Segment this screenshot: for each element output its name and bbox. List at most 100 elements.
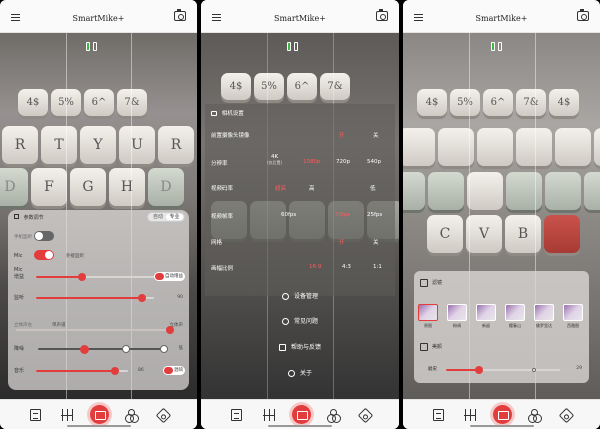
smooth-value: 29 [576, 366, 582, 371]
filter-name: 新留 [482, 323, 490, 328]
record-icon[interactable] [493, 405, 512, 424]
camera-switch-icon[interactable] [376, 9, 388, 21]
menu-label: 常见问题 [293, 318, 318, 325]
smooth-slider[interactable] [446, 366, 560, 374]
top-bar: SmartMike+ [201, 0, 399, 33]
key: 7& [516, 89, 546, 116]
slider-knob[interactable] [138, 294, 146, 302]
mode-switch[interactable]: 自动 专业 [147, 212, 185, 222]
option-4k[interactable]: 4K (仅后置) [267, 154, 282, 166]
mic-gain-slider[interactable] [36, 273, 160, 281]
menu-device-management[interactable]: 设备管理 [201, 291, 399, 300]
audio-control-panel: 参数调节 自动 专业 手机监听 Mic 外接监听 Mic 增益 自动增益 监听 [8, 210, 189, 390]
mic-toggle[interactable] [34, 250, 54, 260]
filter-thumb-spring[interactable] [505, 304, 525, 321]
setting-row-mirror: 前置摄像头镜像 [211, 131, 389, 139]
option-25fps[interactable]: 25fps [367, 212, 382, 218]
setting-row-aspect: 画幅比例 [211, 264, 389, 272]
option-30fps[interactable]: 30fps [335, 212, 350, 218]
app-title: SmartMike+ [72, 14, 125, 23]
keyboard-row [403, 128, 600, 166]
app-title: SmartMike+ [475, 14, 528, 23]
option-540p[interactable]: 540p [367, 159, 381, 165]
battery-status-icon [287, 42, 301, 51]
filter-icon[interactable] [125, 409, 139, 423]
option-1-1[interactable]: 1:1 [373, 264, 382, 270]
option-ultra[interactable]: 超高 [275, 184, 286, 192]
setting-label: 视频帧率 [211, 214, 234, 220]
slider-knob[interactable] [78, 273, 86, 281]
battery-status-icon [86, 42, 100, 51]
camera-icon [211, 111, 217, 116]
filter-name: 樱春山 [509, 323, 521, 328]
mode-auto[interactable]: 自动 [149, 214, 167, 220]
sliders-icon[interactable] [61, 409, 73, 421]
slider-knob[interactable] [475, 366, 483, 374]
menu-about[interactable]: 关于 [201, 368, 399, 377]
option-on[interactable]: 开 [339, 238, 345, 246]
monitor-slider[interactable] [36, 294, 154, 302]
record-icon[interactable] [292, 405, 311, 424]
film-icon[interactable] [30, 409, 41, 421]
filter-thumb-pink[interactable] [447, 304, 467, 321]
option-high[interactable]: 高 [309, 184, 315, 192]
option-on[interactable]: 开 [339, 131, 345, 139]
key: T [41, 126, 77, 164]
key: R [2, 126, 38, 164]
key: C [427, 215, 463, 253]
option-60fps[interactable]: 60fps [281, 212, 296, 218]
option-off[interactable]: 关 [373, 238, 379, 246]
auto-gain-button[interactable]: 自动增益 [154, 272, 185, 281]
key: 6^ [483, 89, 513, 116]
key: U [119, 126, 155, 164]
setting-row-framerate: 视频帧率 [211, 212, 389, 220]
sliders-icon[interactable] [464, 409, 476, 421]
option-low[interactable]: 低 [370, 184, 376, 192]
home-indicator [469, 425, 534, 427]
filter-icon[interactable] [327, 409, 341, 423]
smooth-label: 磨皮 [428, 367, 437, 372]
gear-icon[interactable] [155, 407, 172, 424]
option-off[interactable]: 关 [373, 131, 379, 139]
filter-thumb-new[interactable] [476, 304, 496, 321]
gear-icon[interactable] [558, 407, 575, 424]
stereo-slider[interactable] [16, 326, 174, 334]
sliders-icon[interactable] [263, 409, 275, 421]
slider-step[interactable] [160, 344, 168, 353]
record-icon[interactable] [90, 405, 109, 424]
slider-knob[interactable] [80, 344, 89, 354]
setting-row-bitrate: 视频码率 [211, 184, 389, 192]
option-4-3[interactable]: 4:3 [342, 264, 351, 270]
key: 4$ [549, 89, 579, 116]
film-icon[interactable] [433, 409, 444, 421]
slider-step[interactable] [122, 344, 130, 353]
bottom-toolbar [0, 399, 197, 429]
filter-thumb-seattle[interactable] [563, 304, 583, 321]
top-bar: SmartMike+ [403, 0, 600, 33]
menu-label: 关于 [299, 370, 312, 377]
echo-button[interactable]: 混响 [163, 366, 185, 375]
slider-knob[interactable] [111, 367, 119, 375]
key: 7& [320, 73, 350, 100]
slider-knob[interactable] [166, 326, 174, 334]
phone-screen-settings: SmartMike+ 4$ 5% 6^ 7& 相机设置 前置摄像头镜像 开 关 … [201, 0, 399, 429]
music-value: 86 [138, 368, 144, 373]
filter-thumb-original[interactable] [418, 304, 438, 321]
option-720p[interactable]: 720p [336, 159, 350, 165]
option-1080p[interactable]: 1080p [303, 159, 321, 165]
book-icon [278, 344, 286, 351]
home-indicator [66, 425, 131, 427]
music-slider[interactable] [36, 367, 128, 375]
filter-icon[interactable] [528, 409, 542, 423]
menu-faq[interactable]: 常见问题 [201, 316, 399, 325]
camera-switch-icon[interactable] [174, 9, 186, 21]
gear-icon[interactable] [357, 407, 374, 424]
filter-thumb-florida[interactable] [534, 304, 554, 321]
camera-switch-icon[interactable] [577, 9, 589, 21]
option-16-9[interactable]: 16:9 [309, 264, 321, 270]
phone-monitor-toggle[interactable] [34, 231, 54, 241]
mode-pro[interactable]: 专业 [166, 214, 183, 220]
menu-help-feedback[interactable]: 帮助与反馈 [201, 342, 399, 351]
noise-slider[interactable] [38, 344, 168, 354]
film-icon[interactable] [231, 409, 242, 421]
